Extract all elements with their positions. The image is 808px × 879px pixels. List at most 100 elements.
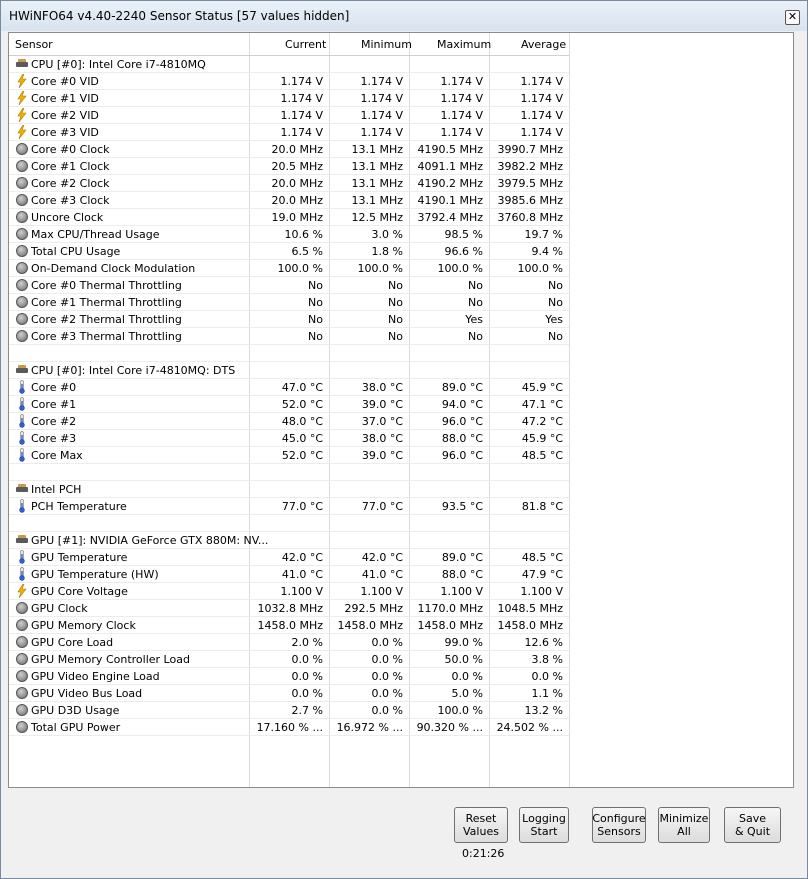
- minimum-value: 41.0 °C: [361, 568, 403, 581]
- elapsed-timer: 0:21:26: [462, 847, 505, 860]
- maximum-value: 4190.1 MHz: [417, 194, 483, 207]
- sensor-table[interactable]: Sensor Current Minimum Maximum Average C…: [8, 32, 794, 788]
- chip-icon: [15, 482, 29, 496]
- save-quit-button[interactable]: Save & Quit: [724, 807, 781, 843]
- current-value: 20.0 MHz: [271, 177, 323, 190]
- group-label: Intel PCH: [31, 483, 82, 496]
- voltage-bolt-icon: [15, 125, 29, 139]
- table-row[interactable]: GPU Core Voltage 1.100 V 1.100 V 1.100 V 1.1…: [9, 583, 793, 600]
- gauge-icon: [15, 295, 29, 309]
- sensor-group-row[interactable]: CPU [#0]: Intel Core i7-4810MQ: [9, 56, 793, 73]
- average-value: 45.9 °C: [521, 381, 563, 394]
- sensor-label: Core #3 VID: [31, 126, 99, 139]
- sensor-label: Core #1: [31, 398, 77, 411]
- reset-values-button[interactable]: Reset Values: [454, 807, 508, 843]
- table-row[interactable]: Core #0 Clock 20.0 MHz 13.1 MHz 4190.5 MHz 3…: [9, 141, 793, 158]
- gauge-icon: [15, 176, 29, 190]
- header-sensor[interactable]: Sensor: [15, 38, 53, 51]
- header-maximum[interactable]: Maximum: [437, 38, 491, 51]
- average-value: 24.502 % ...: [496, 721, 563, 734]
- table-row[interactable]: Core #0 47.0 °C 38.0 °C 89.0 °C 45.9 °C: [9, 379, 793, 396]
- maximum-value: 96.0 °C: [441, 449, 483, 462]
- table-row[interactable]: Core Max 52.0 °C 39.0 °C 96.0 °C 48.5 °C: [9, 447, 793, 464]
- sensor-label: GPU Clock: [31, 602, 88, 615]
- table-row[interactable]: GPU Video Bus Load 0.0 % 0.0 % 5.0 % 1.1 %: [9, 685, 793, 702]
- average-value: 19.7 %: [524, 228, 563, 241]
- table-row[interactable]: GPU Core Load 2.0 % 0.0 % 99.0 % 12.6 %: [9, 634, 793, 651]
- table-row[interactable]: Total CPU Usage 6.5 % 1.8 % 96.6 % 9.4 %: [9, 243, 793, 260]
- header-minimum[interactable]: Minimum: [361, 38, 412, 51]
- table-row[interactable]: GPU Temperature (HW) 41.0 °C 41.0 °C 88.0 °…: [9, 566, 793, 583]
- table-row[interactable]: Core #1 Clock 20.5 MHz 13.1 MHz 4091.1 MHz 3…: [9, 158, 793, 175]
- maximum-value: 96.6 %: [444, 245, 483, 258]
- average-value: 47.9 °C: [521, 568, 563, 581]
- average-value: 3979.5 MHz: [497, 177, 563, 190]
- table-row[interactable]: GPU D3D Usage 2.7 % 0.0 % 100.0 % 13.2 %: [9, 702, 793, 719]
- table-row[interactable]: GPU Memory Clock 1458.0 MHz 1458.0 MHz 1458…: [9, 617, 793, 634]
- current-value: 17.160 % ...: [256, 721, 323, 734]
- sensor-group-row[interactable]: Intel PCH: [9, 481, 793, 498]
- sensor-group-row[interactable]: GPU [#1]: NVIDIA GeForce GTX 880M: NV...: [9, 532, 793, 549]
- sensor-group-row[interactable]: CPU [#0]: Intel Core i7-4810MQ: DTS: [9, 362, 793, 379]
- header-current[interactable]: Current: [285, 38, 326, 51]
- table-row[interactable]: Core #1 VID 1.174 V 1.174 V 1.174 V 1.174 V: [9, 90, 793, 107]
- table-row[interactable]: Core #2 Thermal Throttling No No Yes Yes: [9, 311, 793, 328]
- minimum-value: 13.1 MHz: [351, 194, 403, 207]
- table-row[interactable]: Core #2 48.0 °C 37.0 °C 96.0 °C 47.2 °C: [9, 413, 793, 430]
- gauge-icon: [15, 669, 29, 683]
- table-row[interactable]: On-Demand Clock Modulation 100.0 % 100.0 %…: [9, 260, 793, 277]
- maximum-value: 1.100 V: [440, 585, 483, 598]
- table-row[interactable]: Core #2 Clock 20.0 MHz 13.1 MHz 4190.2 MHz 3…: [9, 175, 793, 192]
- maximum-value: 93.5 °C: [441, 500, 483, 513]
- configure-sensors-button[interactable]: Configure Sensors: [592, 807, 646, 843]
- maximum-value: 4091.1 MHz: [417, 160, 483, 173]
- sensor-label: Core #2 Clock: [31, 177, 110, 190]
- minimum-value: 0.0 %: [371, 670, 403, 683]
- table-row[interactable]: GPU Memory Controller Load 0.0 % 0.0 % 50.0…: [9, 651, 793, 668]
- table-row[interactable]: Core #3 45.0 °C 38.0 °C 88.0 °C 45.9 °C: [9, 430, 793, 447]
- table-row[interactable]: GPU Video Engine Load 0.0 % 0.0 % 0.0 % 0.0 …: [9, 668, 793, 685]
- header-average[interactable]: Average: [521, 38, 566, 51]
- table-row[interactable]: Uncore Clock 19.0 MHz 12.5 MHz 3792.4 MHz 37…: [9, 209, 793, 226]
- current-value: 52.0 °C: [281, 398, 323, 411]
- maximum-value: 5.0 %: [451, 687, 483, 700]
- gauge-icon: [15, 329, 29, 343]
- sensor-label: Core #1 Thermal Throttling: [31, 296, 182, 309]
- maximum-value: 90.320 % ...: [416, 721, 483, 734]
- logging-start-button[interactable]: Logging Start: [519, 807, 569, 843]
- maximum-value: 50.0 %: [444, 653, 483, 666]
- average-value: 1.174 V: [520, 75, 563, 88]
- table-row[interactable]: Total GPU Power 17.160 % ... 16.972 % ... 9…: [9, 719, 793, 736]
- table-row[interactable]: Core #1 52.0 °C 39.0 °C 94.0 °C 47.1 °C: [9, 396, 793, 413]
- minimum-value: 100.0 %: [357, 262, 403, 275]
- average-value: 3990.7 MHz: [497, 143, 563, 156]
- table-row[interactable]: Core #3 VID 1.174 V 1.174 V 1.174 V 1.174 V: [9, 124, 793, 141]
- minimum-value: No: [388, 279, 403, 292]
- thermometer-icon: [15, 567, 29, 581]
- sensor-label: Core #0: [31, 381, 77, 394]
- voltage-bolt-icon: [15, 108, 29, 122]
- current-value: 0.0 %: [291, 687, 323, 700]
- gauge-icon: [15, 652, 29, 666]
- average-value: 48.5 °C: [521, 449, 563, 462]
- table-row[interactable]: PCH Temperature 77.0 °C 77.0 °C 93.5 °C 81.8…: [9, 498, 793, 515]
- table-row[interactable]: Core #3 Clock 20.0 MHz 13.1 MHz 4190.1 MHz 3…: [9, 192, 793, 209]
- average-value: 47.2 °C: [521, 415, 563, 428]
- gauge-icon: [15, 720, 29, 734]
- table-row[interactable]: Core #1 Thermal Throttling No No No No: [9, 294, 793, 311]
- table-row[interactable]: GPU Temperature 42.0 °C 42.0 °C 89.0 °C 48.5…: [9, 549, 793, 566]
- minimum-value: 38.0 °C: [361, 432, 403, 445]
- table-row[interactable]: Core #3 Thermal Throttling No No No No: [9, 328, 793, 345]
- table-row[interactable]: Core #0 VID 1.174 V 1.174 V 1.174 V 1.174 V: [9, 73, 793, 90]
- table-row[interactable]: GPU Clock 1032.8 MHz 292.5 MHz 1170.0 MHz 10…: [9, 600, 793, 617]
- table-row[interactable]: Core #2 VID 1.174 V 1.174 V 1.174 V 1.174 V: [9, 107, 793, 124]
- minimize-all-button[interactable]: Minimize All: [658, 807, 710, 843]
- minimum-value: 16.972 % ...: [336, 721, 403, 734]
- table-row[interactable]: Max CPU/Thread Usage 10.6 % 3.0 % 98.5 % 19.…: [9, 226, 793, 243]
- maximum-value: 94.0 °C: [441, 398, 483, 411]
- maximum-value: 98.5 %: [444, 228, 483, 241]
- table-row[interactable]: Core #0 Thermal Throttling No No No No: [9, 277, 793, 294]
- maximum-value: 99.0 %: [444, 636, 483, 649]
- close-icon[interactable]: ✕: [785, 10, 800, 25]
- current-value: 52.0 °C: [281, 449, 323, 462]
